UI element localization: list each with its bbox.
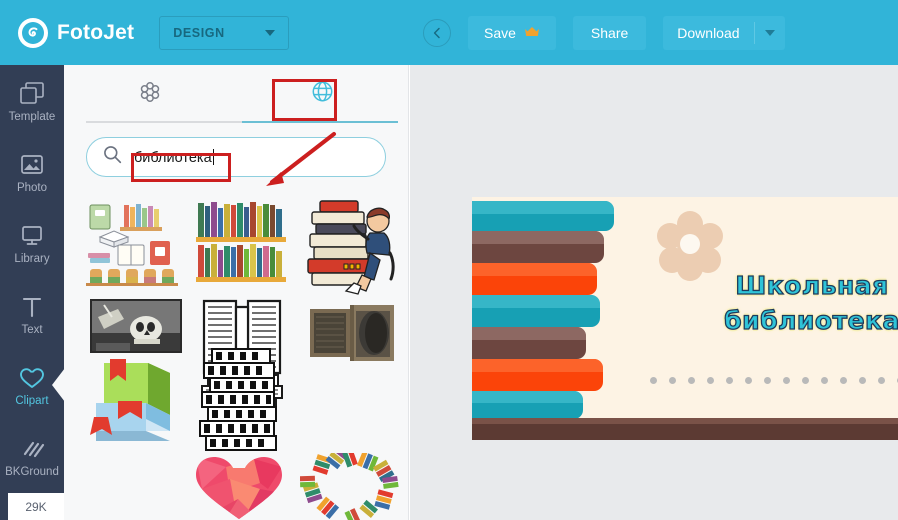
canvas-title-line2: библиотека <box>723 305 898 335</box>
sidebar-item-bkground[interactable]: BKGround <box>0 420 64 491</box>
rule-dot <box>764 377 771 384</box>
canvas-shelf-base <box>472 418 898 440</box>
rule-dot <box>707 377 714 384</box>
annotation-box-search-text <box>131 153 231 182</box>
clipart-item-books-collection[interactable] <box>84 201 180 287</box>
clipart-item-boy-on-book-stack[interactable] <box>302 195 400 295</box>
rule-dot <box>821 377 828 384</box>
canvas-book-1[interactable] <box>472 201 614 231</box>
canvas-book-5[interactable] <box>472 327 586 359</box>
clipart-item-book-stack-bw[interactable] <box>192 345 292 459</box>
clipart-item-green-book-bookmark[interactable] <box>88 355 184 447</box>
sidebar-item-clipart[interactable]: Clipart <box>0 349 65 420</box>
canvas-book-2[interactable] <box>472 231 604 263</box>
sidebar-item-library[interactable]: Library <box>0 207 64 278</box>
hatch-pattern-icon <box>19 433 45 461</box>
tab-underline-active <box>242 121 398 123</box>
rule-dot <box>726 377 733 384</box>
tab-underline <box>86 121 398 123</box>
save-button[interactable]: Save <box>468 15 556 50</box>
rule-dot <box>688 377 695 384</box>
brand[interactable]: FotoJet <box>18 17 135 48</box>
sidebar-item-text[interactable]: Text <box>0 278 64 349</box>
sidebar-item-label: BKGround <box>5 466 59 478</box>
download-dropdown-toggle[interactable] <box>755 16 785 50</box>
share-button-label: Share <box>590 24 629 41</box>
canvas-flower-decoration[interactable] <box>657 211 723 281</box>
flower-clover-icon <box>139 81 161 108</box>
sidebar-item-label: Library <box>14 253 50 265</box>
header-actions: Save Share Download <box>410 0 785 65</box>
rule-dot <box>650 377 657 384</box>
canvas-book-7[interactable] <box>472 391 583 419</box>
library-monitor-icon <box>19 220 45 248</box>
template-icon <box>19 78 45 106</box>
sidebar-item-photo[interactable]: Photo <box>0 136 64 207</box>
photo-icon <box>19 149 45 177</box>
rule-dot <box>745 377 752 384</box>
design-dropdown[interactable]: DESIGN <box>159 15 290 50</box>
spiral-logo-icon <box>18 17 48 48</box>
clipart-item-pink-low-poly-heart[interactable] <box>192 455 286 520</box>
sidebar-item-template[interactable]: Template <box>0 65 64 136</box>
clipart-item-bookshelf[interactable] <box>194 199 290 289</box>
download-button[interactable]: Download <box>663 16 753 50</box>
rule-dot <box>840 377 847 384</box>
crown-icon <box>524 26 540 40</box>
canvas-title[interactable]: Школьная библиотека <box>712 269 898 338</box>
sidebar-item-label: Photo <box>16 182 48 194</box>
download-button-group: Download <box>663 15 785 50</box>
download-button-label: Download <box>677 24 740 41</box>
fotojet-app: FotoJet DESIGN Save Share Download Templ… <box>0 0 898 520</box>
back-chevron-icon[interactable] <box>423 18 451 47</box>
sidebar-item-label: Text <box>21 324 43 336</box>
canvas-book-4[interactable] <box>472 295 600 327</box>
rule-dot <box>669 377 676 384</box>
tool-rail: Template Photo Library Text Clipart BKGr… <box>0 65 65 520</box>
tab-underline-inactive <box>86 121 242 123</box>
sidebar-item-label: Template <box>8 111 56 123</box>
clipart-item-old-open-book[interactable] <box>306 303 398 365</box>
sidebar-item-label: Clipart <box>15 395 49 407</box>
save-button-label: Save <box>484 24 516 41</box>
search-icon <box>103 145 122 169</box>
canvas-book-3[interactable] <box>472 263 597 295</box>
rule-dot <box>802 377 809 384</box>
annotation-arrow <box>266 132 336 186</box>
canvas-stage: Школьная библиотека <box>410 65 898 520</box>
chevron-down-icon <box>764 29 775 36</box>
clipart-results-grid <box>80 193 400 520</box>
app-header: FotoJet DESIGN Save Share Download <box>0 0 898 65</box>
annotation-box-globe-tab <box>272 79 337 121</box>
text-t-icon <box>19 291 45 319</box>
design-canvas[interactable]: Школьная библиотека <box>472 197 898 440</box>
clipart-item-colorful-books-heart[interactable] <box>299 446 400 520</box>
panel-tabs <box>64 65 408 123</box>
design-dropdown-label: DESIGN <box>173 25 225 40</box>
rule-dot <box>783 377 790 384</box>
clipart-count-badge: 29K <box>8 493 64 520</box>
heart-icon <box>18 362 46 390</box>
canvas-title-line1: Школьная <box>735 270 889 300</box>
tab-shapes[interactable] <box>64 65 236 123</box>
clipart-item-skull-engraving[interactable] <box>90 299 182 353</box>
flower-core <box>680 234 700 254</box>
chevron-down-icon <box>265 29 276 36</box>
canvas-dotted-rule <box>650 377 898 384</box>
rule-dot <box>859 377 866 384</box>
rule-dot <box>878 377 885 384</box>
brand-name: FotoJet <box>57 20 135 44</box>
share-button[interactable]: Share <box>572 15 647 50</box>
canvas-book-6[interactable] <box>472 359 603 391</box>
